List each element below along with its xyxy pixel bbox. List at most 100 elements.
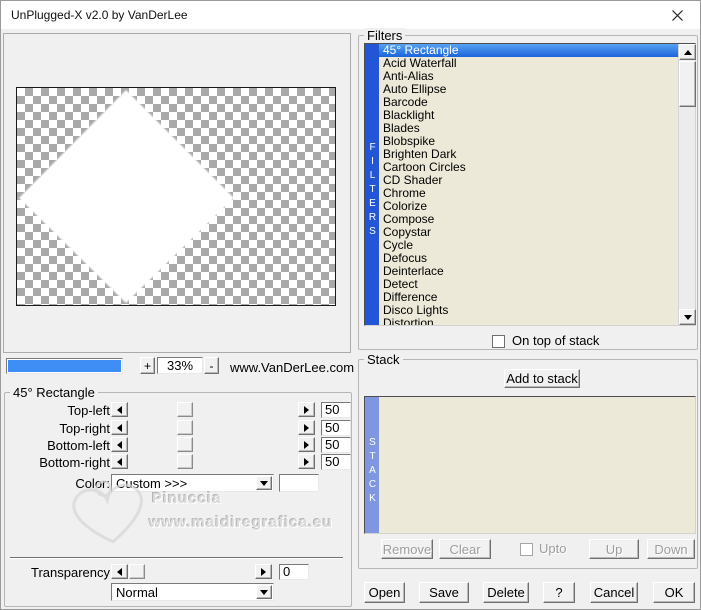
filter-list-item[interactable]: Deinterlace	[379, 265, 678, 278]
color-swatch[interactable]	[279, 474, 319, 492]
dropdown-button[interactable]	[256, 476, 272, 490]
scrollbar-thumb[interactable]	[679, 61, 696, 107]
save-button[interactable]: Save	[419, 582, 469, 603]
left-arrow-icon	[117, 567, 122, 576]
arrow-down-icon	[683, 314, 692, 320]
slider-value-field[interactable]: 50	[321, 437, 351, 453]
open-button[interactable]: Open	[364, 582, 405, 603]
slider-label: Top-left	[67, 403, 110, 418]
stack-group: Stack Add to stack STACK Remove Clear Up…	[358, 352, 698, 569]
on-top-of-stack-option[interactable]: On top of stack	[492, 334, 599, 348]
stack-list[interactable]	[379, 397, 695, 533]
on-top-of-stack-checkbox[interactable]	[492, 334, 505, 348]
slider-track[interactable]	[128, 454, 298, 469]
scroll-down-button[interactable]	[679, 309, 696, 325]
ok-button[interactable]: OK	[653, 582, 695, 603]
cancel-button[interactable]: Cancel	[590, 582, 638, 603]
slider-value-field[interactable]: 50	[321, 420, 351, 436]
slider-track[interactable]	[128, 402, 298, 417]
slider-thumb[interactable]	[177, 454, 193, 469]
zoom-in-label: +	[143, 358, 151, 373]
section-divider	[10, 557, 343, 559]
upto-checkbox[interactable]	[520, 542, 533, 556]
slider-left-arrow[interactable]	[111, 420, 128, 435]
slider-thumb[interactable]	[177, 420, 193, 435]
filters-list[interactable]: 45° Rectangle Acid Waterfall Anti-Alias Aut…	[379, 44, 678, 325]
slider-label: Bottom-left	[47, 438, 110, 453]
right-arrow-icon	[304, 423, 309, 432]
slider-thumb[interactable]	[177, 402, 193, 417]
stack-listbox[interactable]: STACK	[364, 396, 696, 534]
close-button[interactable]	[655, 1, 700, 29]
transparency-value-field[interactable]: 0	[279, 564, 309, 580]
zoom-percent-field[interactable]: 33%	[157, 357, 203, 374]
delete-button[interactable]: Delete	[483, 582, 529, 603]
chevron-down-icon	[260, 589, 268, 595]
add-to-stack-button[interactable]: Add to stack	[504, 369, 580, 388]
help-button[interactable]: ?	[543, 582, 575, 603]
filter-list-item[interactable]: Distortion	[379, 317, 678, 326]
left-arrow-icon	[117, 457, 122, 466]
slider-left-arrow[interactable]	[111, 454, 128, 469]
right-arrow-icon	[261, 567, 266, 576]
filter-list-item[interactable]: Blacklight	[379, 109, 678, 122]
stack-side-bar: STACK	[365, 397, 379, 533]
slider-right-arrow[interactable]	[298, 437, 315, 452]
slider-right-arrow[interactable]	[298, 420, 315, 435]
title-bar[interactable]: UnPlugged-X v2.0 by VanDerLee	[1, 1, 700, 29]
preview-panel	[3, 33, 351, 353]
close-icon	[672, 9, 683, 21]
filters-side-bar: FILTERS	[365, 44, 379, 325]
slider-value-field[interactable]: 50	[321, 454, 351, 470]
scroll-up-button[interactable]	[679, 44, 696, 60]
slider-track[interactable]	[128, 437, 298, 452]
zoom-out-button[interactable]: -	[204, 357, 219, 374]
right-arrow-icon	[304, 440, 309, 449]
open-label: Open	[368, 585, 401, 600]
slider-right-arrow[interactable]	[298, 454, 315, 469]
transparency-thumb[interactable]	[129, 564, 145, 579]
down-button[interactable]: Down	[647, 539, 695, 559]
slider-value-field[interactable]: 50	[321, 402, 351, 418]
arrow-up-icon	[683, 49, 692, 55]
cancel-label: Cancel	[593, 585, 635, 600]
slider-thumb[interactable]	[177, 437, 193, 452]
remove-button[interactable]: Remove	[381, 539, 433, 559]
filter-list-item[interactable]: Copystar	[379, 226, 678, 239]
on-top-of-stack-label: On top of stack	[512, 333, 600, 348]
slider-label: Top-right	[59, 421, 110, 436]
add-to-stack-label: Add to stack	[506, 371, 578, 386]
parameters-group-label: 45° Rectangle	[10, 385, 98, 400]
upto-option[interactable]: Upto	[520, 542, 566, 556]
help-label: ?	[555, 585, 563, 600]
slider-left-arrow[interactable]	[111, 402, 128, 417]
right-arrow-icon	[304, 405, 309, 414]
save-label: Save	[429, 585, 459, 600]
clear-label: Clear	[449, 541, 481, 557]
watermark-heart-icon	[72, 480, 143, 544]
slider-left-arrow[interactable]	[111, 437, 128, 452]
preview-image	[16, 87, 336, 306]
transparency-right-arrow[interactable]	[255, 564, 272, 579]
left-arrow-icon	[117, 405, 122, 414]
transparency-label: Transparency	[31, 565, 110, 580]
window-title: UnPlugged-X v2.0 by VanDerLee	[11, 8, 188, 22]
slider-right-arrow[interactable]	[298, 402, 315, 417]
up-button[interactable]: Up	[589, 539, 639, 559]
transparency-left-arrow[interactable]	[111, 564, 128, 579]
diamond-preview-shape	[19, 90, 234, 303]
transparency-track[interactable]	[128, 564, 255, 579]
filters-group: Filters FILTERS 45° Rectangle Acid Waterf…	[358, 28, 698, 350]
filters-listbox: FILTERS 45° Rectangle Acid Waterfall Anti-…	[364, 43, 696, 326]
ok-label: OK	[664, 585, 684, 600]
left-arrow-icon	[117, 440, 122, 449]
slider-track[interactable]	[128, 420, 298, 435]
zoom-out-label: -	[209, 358, 214, 373]
filters-scrollbar[interactable]	[678, 44, 696, 325]
zoom-in-button[interactable]: +	[140, 357, 155, 374]
dropdown-button[interactable]	[256, 585, 272, 599]
blend-mode-dropdown[interactable]: Normal	[111, 583, 274, 601]
clear-button[interactable]: Clear	[439, 539, 491, 559]
filters-group-label: Filters	[364, 28, 406, 43]
left-arrow-icon	[117, 423, 122, 432]
